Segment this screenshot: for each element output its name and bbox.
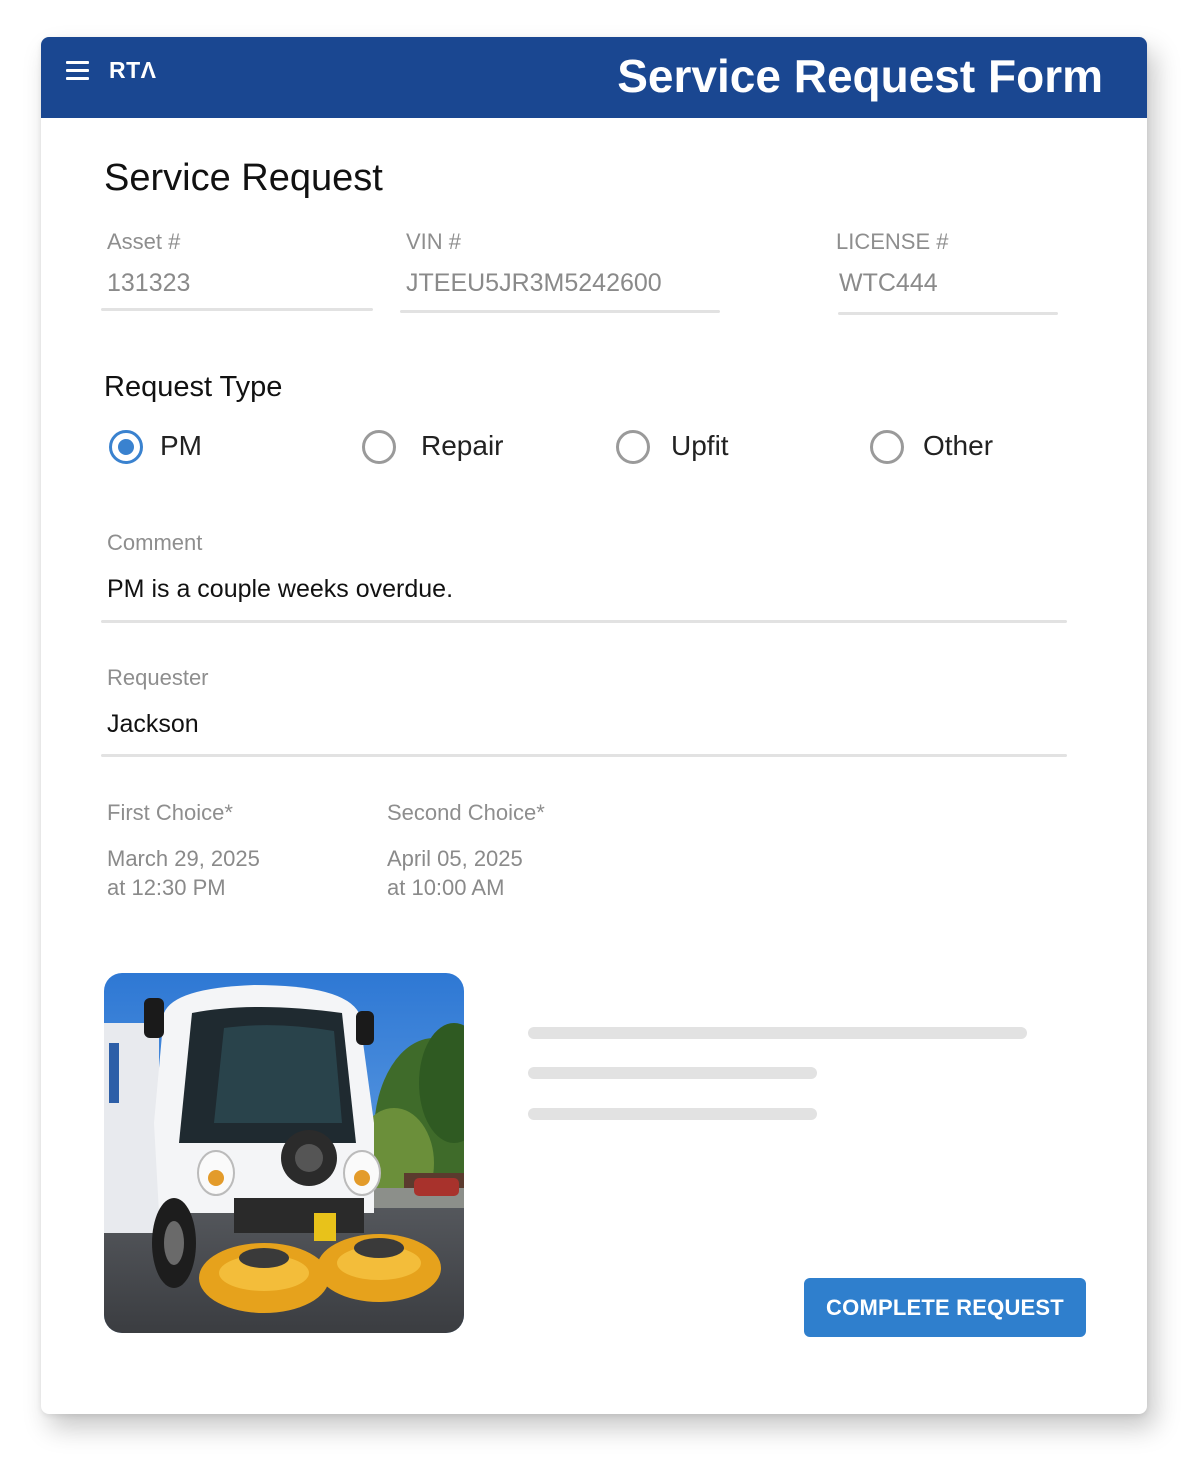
first-choice-label: First Choice* xyxy=(107,800,233,825)
asset-field[interactable]: 131323 xyxy=(107,269,190,298)
license-underline xyxy=(838,312,1058,315)
radio-label-other[interactable]: Other xyxy=(923,430,993,462)
radio-upfit[interactable] xyxy=(616,430,650,464)
rta-logo: RTΛ xyxy=(109,57,157,83)
vin-underline xyxy=(400,310,720,313)
radio-other[interactable] xyxy=(870,430,904,464)
requester-field[interactable]: Jackson xyxy=(107,710,199,739)
radio-label-upfit[interactable]: Upfit xyxy=(671,430,729,462)
requester-underline xyxy=(101,754,1067,757)
vehicle-photo xyxy=(104,973,464,1333)
radio-pm[interactable] xyxy=(109,430,143,464)
placeholder-line xyxy=(528,1027,1027,1039)
vin-field[interactable]: JTEEU5JR3M5242600 xyxy=(406,269,662,298)
vin-label: VIN # xyxy=(406,229,462,254)
service-request-card: RTΛ Service Request Form Service Request… xyxy=(41,37,1147,1414)
service-request-heading: Service Request xyxy=(104,157,383,199)
page-title: Service Request Form xyxy=(617,50,1103,102)
app-header: RTΛ Service Request Form xyxy=(41,37,1147,118)
first-choice-date[interactable]: March 29, 2025 xyxy=(107,844,260,873)
second-choice-date[interactable]: April 05, 2025 xyxy=(387,844,523,873)
comment-underline xyxy=(101,620,1067,623)
request-type-heading: Request Type xyxy=(104,371,283,403)
comment-label: Comment xyxy=(107,530,203,555)
license-label: LICENSE # xyxy=(836,229,949,254)
radio-repair[interactable] xyxy=(362,430,396,464)
comment-field[interactable]: PM is a couple weeks overdue. xyxy=(107,575,453,604)
radio-label-repair[interactable]: Repair xyxy=(421,430,503,462)
placeholder-line xyxy=(528,1067,817,1079)
first-choice-time[interactable]: at 12:30 PM xyxy=(107,873,226,902)
license-field[interactable]: WTC444 xyxy=(839,269,938,298)
radio-label-pm[interactable]: PM xyxy=(160,430,202,462)
second-choice-label: Second Choice* xyxy=(387,800,545,825)
asset-underline xyxy=(101,308,373,311)
complete-request-button[interactable]: COMPLETE REQUEST xyxy=(804,1278,1086,1337)
asset-label: Asset # xyxy=(107,229,181,254)
second-choice-time[interactable]: at 10:00 AM xyxy=(387,873,504,902)
placeholder-line xyxy=(528,1108,817,1120)
requester-label: Requester xyxy=(107,665,209,690)
hamburger-menu-icon[interactable] xyxy=(66,61,90,81)
